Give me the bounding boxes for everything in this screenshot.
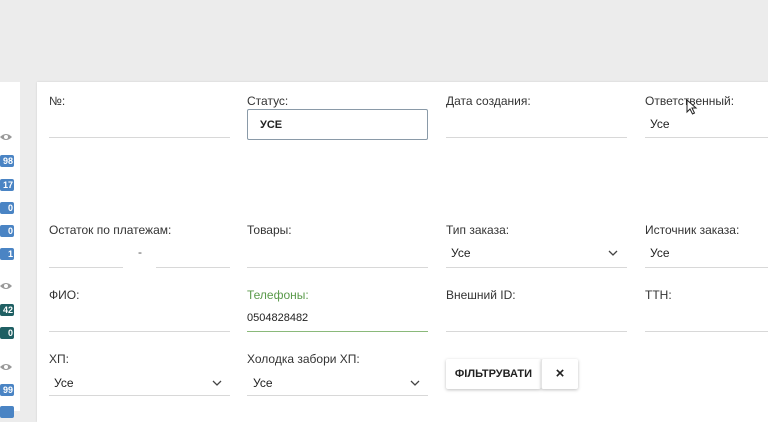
count-badge[interactable]: 0 bbox=[0, 327, 14, 339]
count-badge[interactable]: 1 bbox=[0, 248, 14, 260]
xp-label: ХП: bbox=[49, 352, 69, 366]
range-separator: - bbox=[138, 245, 142, 259]
order-source-select[interactable]: Усе bbox=[650, 246, 670, 260]
created-date-input[interactable] bbox=[446, 137, 627, 138]
count-badge[interactable]: 0 bbox=[0, 225, 14, 237]
chevron-down-icon[interactable] bbox=[410, 379, 420, 387]
payment-balance-to-input[interactable] bbox=[156, 267, 230, 268]
chevron-down-icon[interactable] bbox=[212, 379, 222, 387]
eye-icon[interactable] bbox=[0, 362, 12, 372]
count-badge[interactable]: 42 bbox=[0, 304, 14, 316]
order-type-underline bbox=[446, 267, 627, 268]
order-counters-sidebar: 98 17 0 0 1 42 0 99 bbox=[0, 82, 20, 418]
external-id-label: Внешний ID: bbox=[446, 288, 516, 302]
full-name-input[interactable] bbox=[49, 331, 230, 332]
goods-label: Товары: bbox=[247, 223, 292, 237]
ttn-input[interactable] bbox=[645, 331, 768, 332]
chevron-down-icon[interactable] bbox=[608, 249, 618, 257]
filter-button[interactable]: ФІЛЬТРУВАТИ bbox=[446, 359, 541, 389]
count-badge[interactable]: 0 bbox=[0, 202, 14, 214]
payment-balance-from-input[interactable] bbox=[49, 267, 123, 268]
number-input[interactable] bbox=[49, 137, 230, 138]
cold-pickup-xp-select[interactable]: Усе bbox=[253, 376, 273, 390]
clear-filters-button[interactable]: × bbox=[541, 359, 578, 389]
eye-icon[interactable] bbox=[0, 132, 12, 142]
goods-input[interactable] bbox=[247, 267, 428, 268]
status-label: Статус: bbox=[247, 94, 289, 108]
cold-pickup-xp-underline bbox=[247, 395, 428, 396]
phones-value[interactable]: 0504828482 bbox=[247, 312, 308, 324]
order-type-label: Тип заказа: bbox=[446, 223, 510, 237]
xp-underline bbox=[49, 395, 230, 396]
count-badge[interactable]: 98 bbox=[0, 155, 14, 167]
eye-icon[interactable] bbox=[0, 281, 12, 291]
payment-balance-label: Остаток по платежам: bbox=[49, 223, 172, 237]
external-id-input[interactable] bbox=[446, 331, 627, 332]
xp-select[interactable]: Усе bbox=[54, 376, 74, 390]
full-name-label: ФИО: bbox=[49, 288, 80, 302]
phones-input[interactable] bbox=[247, 331, 428, 332]
cold-pickup-xp-label: Холодка забори ХП: bbox=[247, 352, 360, 366]
status-value: УСЕ bbox=[260, 119, 283, 131]
responsible-select[interactable]: Усе bbox=[650, 117, 670, 131]
order-source-underline bbox=[645, 267, 768, 268]
order-filter-panel: №: Статус: УСЕ Дата создания: Ответствен… bbox=[37, 82, 768, 422]
responsible-underline bbox=[645, 137, 768, 138]
created-date-label: Дата создания: bbox=[446, 94, 531, 108]
status-select[interactable]: УСЕ bbox=[247, 109, 428, 140]
count-badge[interactable]: 17 bbox=[0, 179, 14, 191]
phones-label: Телефоны: bbox=[247, 288, 309, 302]
order-source-label: Источник заказа: bbox=[645, 223, 740, 237]
number-label: №: bbox=[49, 94, 66, 108]
count-badge[interactable]: 99 bbox=[0, 384, 14, 396]
order-type-select[interactable]: Усе bbox=[451, 246, 471, 260]
count-badge[interactable] bbox=[0, 406, 14, 418]
mouse-cursor-icon bbox=[686, 99, 698, 115]
ttn-label: ТТН: bbox=[645, 288, 672, 302]
